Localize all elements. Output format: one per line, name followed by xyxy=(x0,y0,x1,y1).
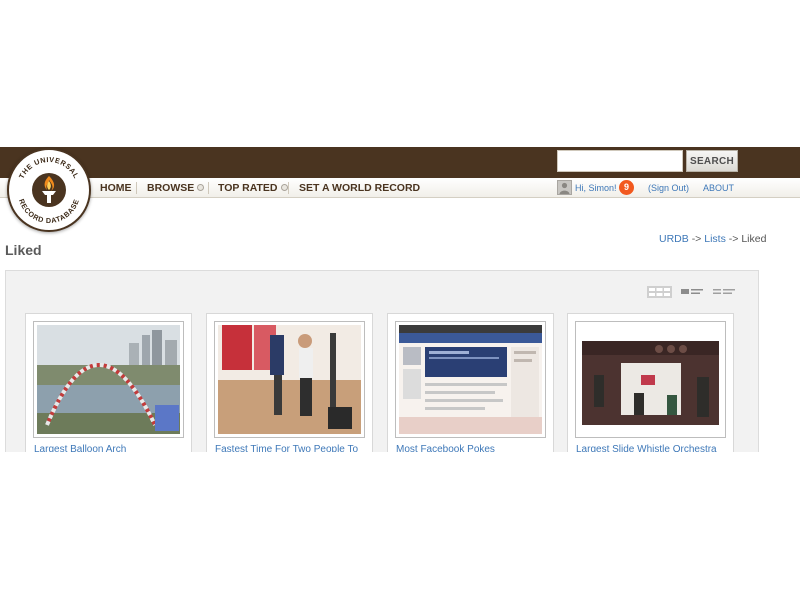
record-thumbnail[interactable] xyxy=(575,321,726,438)
site-logo[interactable]: THE UNIVERSAL RECORD DATABASE xyxy=(7,148,91,232)
grid-view-icon[interactable] xyxy=(647,285,672,298)
breadcrumb-urdb[interactable]: URDB xyxy=(659,233,689,245)
breadcrumb-lists[interactable]: Lists xyxy=(704,233,726,245)
search-input[interactable] xyxy=(557,150,683,172)
record-card[interactable]: Largest Balloon Arch xyxy=(25,313,192,455)
nav-top-rated-label: TOP RATED xyxy=(218,182,278,194)
record-thumbnail[interactable] xyxy=(395,321,546,438)
record-card[interactable]: Most Facebook Pokes xyxy=(387,313,554,455)
record-thumbnail[interactable] xyxy=(214,321,365,438)
breadcrumb: URDB -> Lists -> Liked xyxy=(659,233,766,245)
nav-divider xyxy=(136,182,137,194)
record-card[interactable]: Largest Slide Whistle Orchestra xyxy=(567,313,734,455)
user-avatar[interactable] xyxy=(557,180,572,195)
torch-icon: THE UNIVERSAL RECORD DATABASE xyxy=(11,152,87,228)
compact-list-view-icon[interactable] xyxy=(712,285,737,297)
empty-area xyxy=(0,452,800,600)
user-greeting[interactable]: Hi, Simon! xyxy=(575,178,617,198)
list-view-icon[interactable] xyxy=(680,285,705,297)
user-silhouette-icon xyxy=(559,182,570,194)
nav-set-a-world-record[interactable]: SET A WORLD RECORD xyxy=(299,178,420,198)
breadcrumb-separator: -> xyxy=(728,233,739,245)
sign-out-link[interactable]: (Sign Out) xyxy=(648,178,689,198)
dropdown-caret-icon xyxy=(197,183,205,191)
nav-set-record-label: SET A WORLD RECORD xyxy=(299,182,421,194)
record-card[interactable]: Fastest Time For Two People To xyxy=(206,313,373,455)
nav-home[interactable]: HOME xyxy=(100,178,132,198)
about-link[interactable]: ABOUT xyxy=(703,178,734,198)
facebook-screenshot-icon xyxy=(399,325,542,434)
nav-home-label: HOME xyxy=(100,182,132,194)
breadcrumb-separator: -> xyxy=(691,233,702,245)
nav-divider xyxy=(208,182,209,194)
browser-viewport: SEARCH THE UNIVERSAL RECORD DATABASE HOM… xyxy=(0,0,800,600)
nav-divider xyxy=(288,182,289,194)
nav-browse[interactable]: BROWSE xyxy=(147,178,205,198)
page-title: Liked xyxy=(5,242,42,258)
notification-badge[interactable]: 9 xyxy=(619,180,634,195)
search-button[interactable]: SEARCH xyxy=(686,150,738,172)
dropdown-caret-icon xyxy=(280,183,288,191)
nav-browse-label: BROWSE xyxy=(147,182,195,194)
nav-top-rated[interactable]: TOP RATED xyxy=(218,178,288,198)
slide-whistle-orchestra-photo-icon xyxy=(579,325,722,434)
breadcrumb-current: Liked xyxy=(741,233,767,245)
balloon-arch-photo-icon xyxy=(37,325,180,434)
record-thumbnail[interactable] xyxy=(33,321,184,438)
two-people-photo-icon xyxy=(218,325,361,434)
